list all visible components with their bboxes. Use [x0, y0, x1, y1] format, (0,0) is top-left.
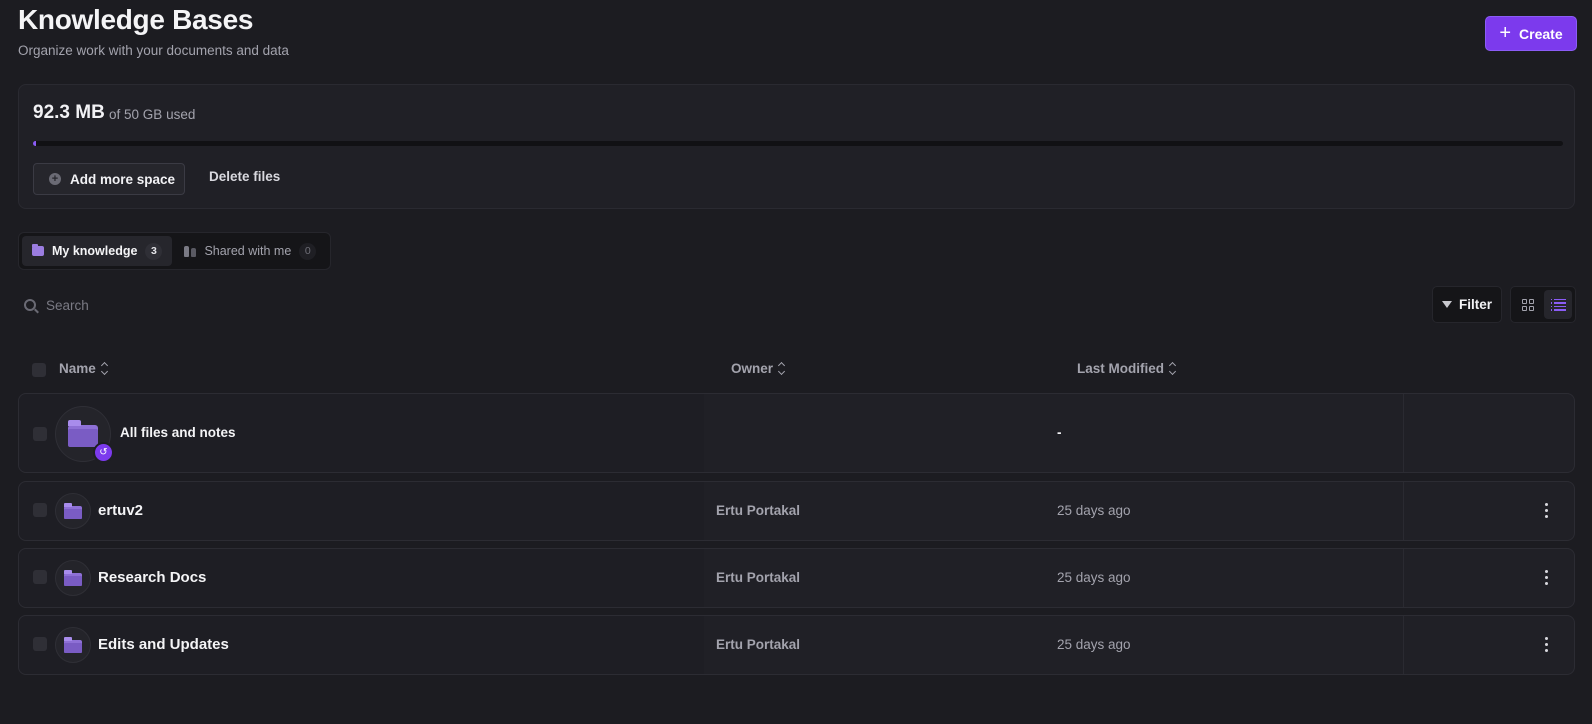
- row-name[interactable]: ertuv2: [98, 502, 143, 519]
- more-options-icon[interactable]: [1543, 570, 1549, 585]
- row-last-modified: -: [1057, 425, 1062, 440]
- row-last-modified: 25 days ago: [1057, 570, 1131, 585]
- column-header-owner[interactable]: Owner: [731, 361, 786, 376]
- column-label: Last Modified: [1077, 361, 1164, 376]
- grid-view-button[interactable]: [1514, 290, 1542, 319]
- tab-count-badge: 0: [299, 242, 317, 260]
- view-toggle: [1510, 286, 1576, 323]
- delete-files-button[interactable]: Delete files: [209, 169, 280, 184]
- column-header-last-modified[interactable]: Last Modified: [1077, 361, 1177, 376]
- folder-avatar: [55, 560, 91, 596]
- create-button-label: Create: [1519, 25, 1563, 42]
- row-last-modified: 25 days ago: [1057, 637, 1131, 652]
- folder-icon: [68, 420, 98, 447]
- folder-icon: [64, 637, 82, 653]
- row-owner: Ertu Portakal: [716, 637, 801, 652]
- filter-label: Filter: [1458, 297, 1492, 312]
- folder-icon: [32, 244, 44, 256]
- tab-count-badge: 3: [145, 242, 163, 260]
- column-header-name[interactable]: Name: [59, 361, 108, 376]
- table-row[interactable]: ertuv2 Ertu Portakal 25 days ago: [18, 481, 1575, 541]
- row-checkbox[interactable]: [33, 503, 47, 517]
- row-checkbox[interactable]: [33, 427, 47, 441]
- row-checkbox[interactable]: [33, 637, 47, 651]
- row-name[interactable]: Edits and Updates: [98, 636, 229, 653]
- sort-icon: [1168, 361, 1177, 376]
- row-owner: Ertu Portakal: [716, 503, 801, 518]
- search-bar: [24, 293, 334, 317]
- sort-icon: [100, 361, 108, 376]
- list-icon: [1550, 298, 1566, 311]
- page-subtitle: Organize work with your documents and da…: [18, 43, 289, 58]
- storage-used-suffix: used: [166, 107, 196, 122]
- folder-icon: [64, 503, 82, 519]
- storage-progress-bar: [33, 141, 1563, 146]
- more-options-icon[interactable]: [1543, 637, 1549, 652]
- folder-icon: [64, 570, 82, 586]
- tab-label: Shared with me: [204, 244, 292, 258]
- create-button[interactable]: + Create: [1485, 16, 1577, 51]
- row-name[interactable]: All files and notes: [120, 425, 236, 440]
- add-more-space-button[interactable]: + Add more space: [33, 163, 185, 195]
- list-view-button[interactable]: [1544, 290, 1572, 319]
- history-icon: ↺: [93, 442, 114, 463]
- tab-my-knowledge[interactable]: My knowledge 3: [22, 236, 173, 266]
- filter-button[interactable]: Filter: [1432, 286, 1502, 323]
- more-options-icon[interactable]: [1543, 503, 1549, 518]
- storage-of-label: of: [109, 107, 121, 122]
- knowledge-tabs: My knowledge 3 Shared with me 0: [18, 232, 331, 270]
- add-more-space-label: Add more space: [70, 171, 176, 187]
- storage-progress-fill: [33, 141, 36, 146]
- page-title: Knowledge Bases: [18, 4, 254, 35]
- filter-icon: [1441, 301, 1452, 308]
- column-label: Name: [59, 361, 96, 376]
- grid-icon: [1522, 298, 1534, 311]
- folder-avatar: [55, 627, 91, 663]
- plus-circle-icon: +: [49, 173, 61, 185]
- people-icon: [184, 245, 197, 257]
- plus-icon: +: [1499, 21, 1512, 44]
- search-input[interactable]: [46, 297, 306, 313]
- storage-used: 92.3 MB: [33, 102, 105, 123]
- search-icon: [24, 299, 36, 311]
- folder-avatar: [55, 493, 91, 529]
- storage-total-text: of 50 GB used: [109, 107, 195, 122]
- column-label: Owner: [731, 361, 774, 376]
- table-row[interactable]: Edits and Updates Ertu Portakal 25 days …: [18, 615, 1575, 675]
- row-name[interactable]: Research Docs: [98, 569, 206, 586]
- sort-icon: [777, 361, 786, 376]
- select-all-checkbox[interactable]: [32, 363, 46, 377]
- storage-total: 50 GB: [124, 107, 163, 122]
- table-row[interactable]: Research Docs Ertu Portakal 25 days ago: [18, 548, 1575, 608]
- tab-label: My knowledge: [52, 244, 138, 258]
- table-row[interactable]: ↺ All files and notes -: [18, 393, 1575, 473]
- tab-shared-with-me[interactable]: Shared with me 0: [174, 236, 326, 266]
- row-checkbox[interactable]: [33, 570, 47, 584]
- storage-card: 92.3 MB of 50 GB used + Add more space D…: [18, 84, 1575, 209]
- row-owner: Ertu Portakal: [716, 570, 801, 585]
- table-header: Name Owner Last Modified: [18, 355, 1575, 385]
- row-last-modified: 25 days ago: [1057, 503, 1131, 518]
